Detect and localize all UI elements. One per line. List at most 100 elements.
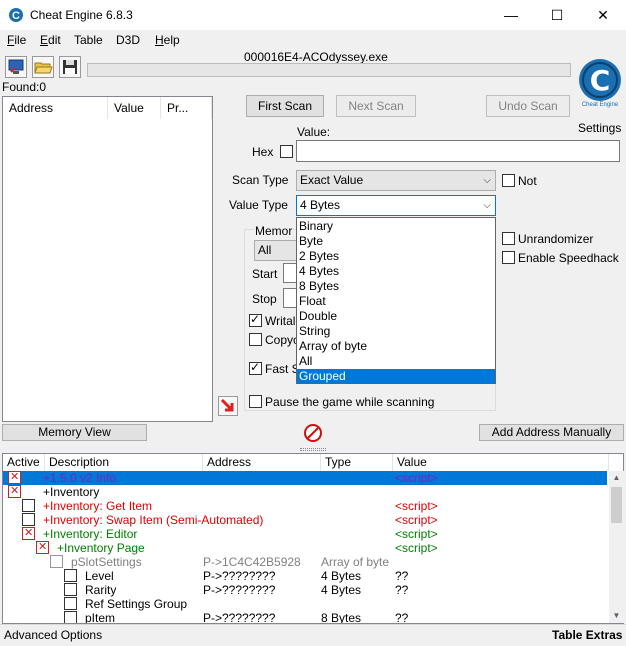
open-file-button[interactable] xyxy=(32,56,54,78)
column-previous[interactable]: Pr... xyxy=(161,97,212,119)
found-address-list[interactable]: Address Value Pr... xyxy=(2,96,213,422)
option-grouped[interactable]: Grouped xyxy=(297,369,495,384)
value-input[interactable] xyxy=(296,140,620,162)
active-checkbox[interactable] xyxy=(64,597,77,610)
menu-help[interactable]: Help xyxy=(155,33,180,47)
row-value: <script> xyxy=(395,527,438,541)
add-to-list-button[interactable] xyxy=(218,396,238,416)
active-checkbox[interactable] xyxy=(50,555,63,568)
table-row[interactable]: +Inventory Page <script> xyxy=(3,540,607,555)
column-type[interactable]: Type xyxy=(321,454,393,471)
row-value: <script> xyxy=(395,499,438,513)
table-row[interactable]: +1.5.0 v2 Info <script> xyxy=(3,470,607,485)
not-label: Not xyxy=(518,174,537,188)
option-array-of-byte[interactable]: Array of byte xyxy=(297,339,495,354)
active-checkbox[interactable] xyxy=(64,583,77,596)
active-checkbox[interactable] xyxy=(8,470,21,484)
active-checkbox[interactable] xyxy=(8,484,21,498)
table-row[interactable]: pSlotSettings P->1C4C42B5928 Array of by… xyxy=(3,555,607,569)
active-checkbox[interactable] xyxy=(36,540,49,554)
close-button[interactable]: ✕ xyxy=(580,0,626,30)
table-row[interactable]: Ref Settings Group xyxy=(3,597,607,611)
column-address[interactable]: Address xyxy=(203,454,321,471)
next-scan-button[interactable]: Next Scan xyxy=(336,95,416,117)
pause-game-checkbox[interactable] xyxy=(249,395,262,408)
active-checkbox[interactable] xyxy=(22,526,35,540)
menu-edit[interactable]: Edit xyxy=(40,33,61,47)
column-description[interactable]: Description xyxy=(45,454,203,471)
splitter-grip-icon xyxy=(300,448,326,451)
menu-table[interactable]: Table xyxy=(74,33,103,47)
undo-scan-button[interactable]: Undo Scan xyxy=(486,95,570,117)
first-scan-button[interactable]: First Scan xyxy=(246,95,324,117)
speedhack-checkbox[interactable] xyxy=(502,251,515,264)
svg-text:C: C xyxy=(590,64,611,97)
memory-view-button[interactable]: Memory View xyxy=(2,424,147,441)
column-value[interactable]: Value xyxy=(108,97,161,119)
row-description: +Inventory: Get Item xyxy=(43,499,153,513)
row-address: P->???????? xyxy=(203,583,276,597)
table-row[interactable]: +Inventory xyxy=(3,484,607,499)
start-address-input[interactable] xyxy=(283,263,297,283)
advanced-options-link[interactable]: Advanced Options xyxy=(4,628,102,642)
clear-list-button[interactable] xyxy=(304,424,322,442)
value-type-dropdown[interactable]: Binary Byte 2 Bytes 4 Bytes 8 Bytes Floa… xyxy=(296,217,496,384)
row-value: <script> xyxy=(395,513,438,527)
column-active[interactable]: Active xyxy=(3,454,45,471)
scroll-up-icon[interactable]: ▲ xyxy=(609,471,624,485)
memory-region-select[interactable]: All xyxy=(254,240,299,261)
option-double[interactable]: Double xyxy=(297,309,495,324)
menu-bar: File Edit Table D3D Help xyxy=(0,30,626,50)
table-row[interactable]: Rarity P->???????? 4 Bytes ?? xyxy=(3,583,607,597)
table-row[interactable]: +Inventory: Get Item <script> xyxy=(3,499,607,513)
cheat-table[interactable]: Active Description Address Type Value +1… xyxy=(2,453,624,624)
cheat-engine-logo[interactable]: C Cheat Engine xyxy=(576,52,624,112)
menu-file[interactable]: File xyxy=(7,33,26,47)
row-type: 4 Bytes xyxy=(321,569,362,583)
value-type-select[interactable]: 4 Bytes ⌵ xyxy=(296,195,496,216)
active-checkbox[interactable] xyxy=(64,611,77,623)
option-byte[interactable]: Byte xyxy=(297,234,495,249)
option-4-bytes[interactable]: 4 Bytes xyxy=(297,264,495,279)
svg-text:Cheat Engine: Cheat Engine xyxy=(582,102,619,108)
table-extras-link[interactable]: Table Extras xyxy=(552,628,622,642)
table-row[interactable]: pItem P->???????? 8 Bytes ?? xyxy=(3,611,607,623)
not-checkbox[interactable] xyxy=(502,174,515,187)
writable-checkbox[interactable] xyxy=(249,312,262,327)
table-row[interactable]: Level P->???????? 4 Bytes ?? xyxy=(3,569,607,583)
open-process-button[interactable] xyxy=(5,56,27,78)
menu-d3d[interactable]: D3D xyxy=(116,33,140,47)
unrandomizer-checkbox[interactable] xyxy=(502,232,515,245)
minimize-button[interactable]: — xyxy=(488,0,534,30)
active-checkbox[interactable] xyxy=(22,499,35,512)
scan-type-select[interactable]: Exact Value ⌵ xyxy=(296,170,496,191)
found-count: Found:0 xyxy=(2,80,47,94)
writable-label: Writal xyxy=(265,314,296,328)
row-value: ?? xyxy=(395,569,409,583)
stop-address-input[interactable] xyxy=(283,288,297,308)
option-binary[interactable]: Binary xyxy=(297,219,495,234)
option-all[interactable]: All xyxy=(297,354,495,369)
fast-scan-checkbox[interactable] xyxy=(249,360,262,375)
scroll-down-icon[interactable]: ▼ xyxy=(609,609,624,623)
table-row[interactable]: +Inventory: Editor <script> xyxy=(3,526,607,541)
active-checkbox[interactable] xyxy=(22,513,35,526)
settings-link[interactable]: Settings xyxy=(578,121,621,135)
red-arrow-icon xyxy=(220,398,234,412)
table-row[interactable]: +Inventory: Swap Item (Semi-Automated) <… xyxy=(3,513,607,527)
hex-checkbox[interactable] xyxy=(280,145,293,158)
maximize-button[interactable]: ☐ xyxy=(534,0,580,30)
column-address[interactable]: Address xyxy=(3,97,108,119)
table-scrollbar[interactable]: ▲ ▼ xyxy=(609,471,624,623)
option-float[interactable]: Float xyxy=(297,294,495,309)
status-bar: Advanced Options Table Extras xyxy=(0,624,626,646)
column-value[interactable]: Value xyxy=(393,454,609,471)
option-string[interactable]: String xyxy=(297,324,495,339)
add-address-manually-button[interactable]: Add Address Manually xyxy=(479,424,624,441)
option-8-bytes[interactable]: 8 Bytes xyxy=(297,279,495,294)
save-button[interactable] xyxy=(59,56,81,78)
scroll-thumb[interactable] xyxy=(611,487,622,523)
active-checkbox[interactable] xyxy=(64,569,77,582)
option-2-bytes[interactable]: 2 Bytes xyxy=(297,249,495,264)
copy-on-write-checkbox[interactable] xyxy=(249,333,262,346)
